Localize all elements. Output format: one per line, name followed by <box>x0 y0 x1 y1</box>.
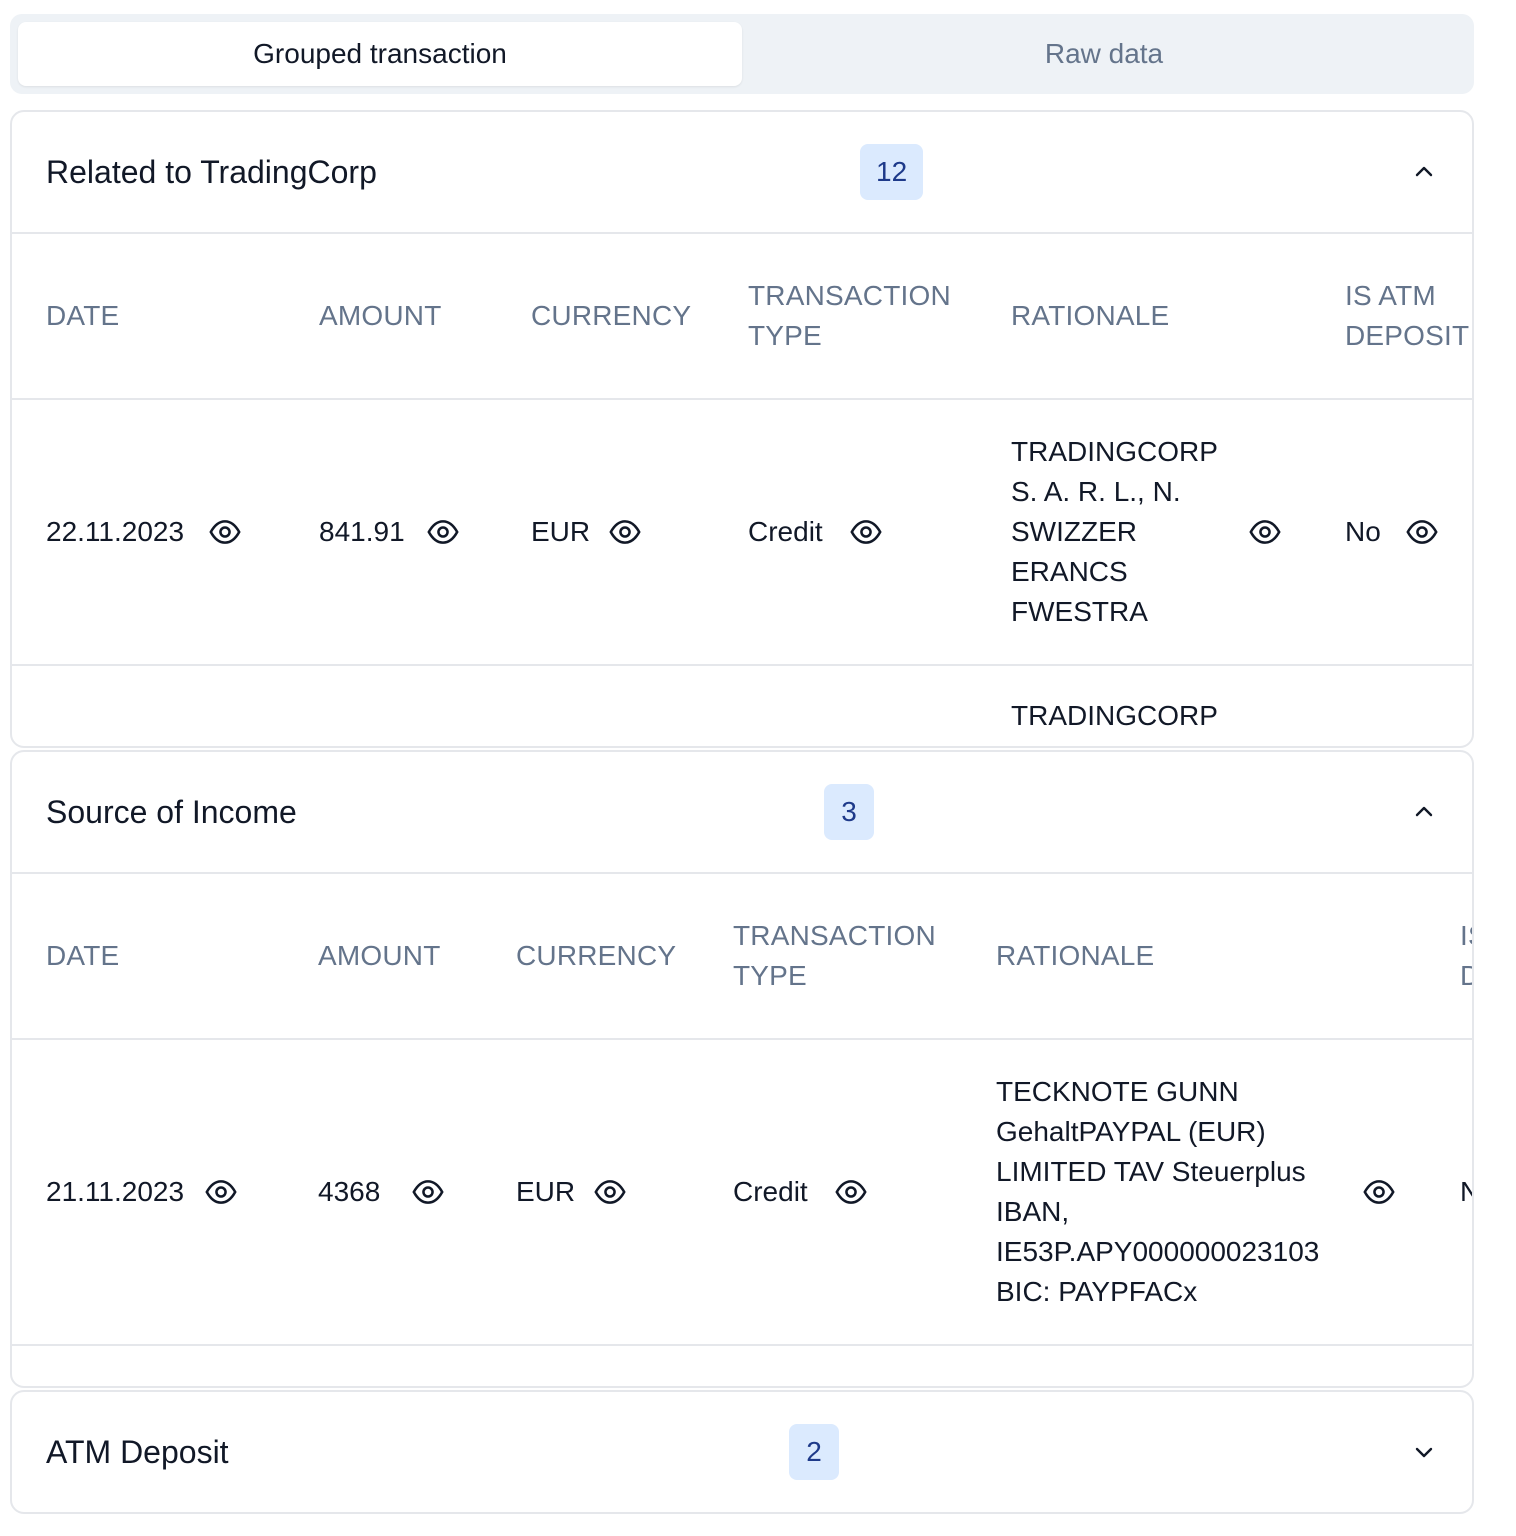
eye-icon[interactable] <box>593 1175 627 1209</box>
count-badge: 12 <box>860 144 924 200</box>
group-title: ATM Deposit <box>46 1433 229 1470</box>
cell-rationale: TECKNOTE GUNN GehaltPAYPAL (EUR) LIMITED… <box>996 1076 1320 1307</box>
eye-icon[interactable] <box>1362 1175 1396 1209</box>
transactions-table: DATE AMOUNT CURRENCY TRANSACTION TYPE RA… <box>12 874 1472 1386</box>
table-row: 21.11.2023 4368 EUR Credit TECKNOTE GUNN… <box>12 1040 1472 1346</box>
group-header[interactable]: Related to TradingCorp 12 <box>12 112 1472 234</box>
cell-rationale: TRADINGCORP S. A. R. L., N. SWIZZER ERAN… <box>1011 436 1218 627</box>
tab-raw-data[interactable]: Raw data <box>742 22 1466 86</box>
column-header-amount: AMOUNT <box>319 300 442 331</box>
group-panel-atm-deposit: ATM Deposit 2 <box>10 1390 1474 1514</box>
column-header-is-atm-deposit: IS ATM DEPOSIT <box>1460 920 1472 991</box>
column-header-is-atm-deposit: IS ATM DEPOSIT <box>1345 280 1470 351</box>
column-header-date: DATE <box>46 940 120 971</box>
group-title: Related to TradingCorp <box>46 153 377 190</box>
eye-icon[interactable] <box>608 515 642 549</box>
eye-icon[interactable] <box>1405 515 1439 549</box>
column-header-transaction-type: TRANSACTION TYPE <box>748 280 951 351</box>
cell-is-atm-deposit: No <box>1345 516 1381 547</box>
table-header-row: DATE AMOUNT CURRENCY TRANSACTION TYPE RA… <box>12 874 1472 1040</box>
cell-transaction-type: Credit <box>733 1176 808 1207</box>
cell-rationale: TRADINGCORP <box>1011 700 1218 731</box>
column-header-amount: AMOUNT <box>318 940 441 971</box>
column-header-currency: CURRENCY <box>516 940 677 971</box>
cell-currency: EUR <box>531 516 591 547</box>
cell-transaction-type: Credit <box>748 516 823 547</box>
transactions-table: DATE AMOUNT CURRENCY TRANSACTION TYPE RA… <box>12 234 1472 746</box>
tab-grouped-transaction[interactable]: Grouped transaction <box>18 22 742 86</box>
group-header[interactable]: Source of Income 3 <box>12 752 1472 874</box>
column-header-transaction-type: TRANSACTION TYPE <box>733 920 936 991</box>
eye-icon[interactable] <box>849 515 883 549</box>
eye-icon[interactable] <box>834 1175 868 1209</box>
cell-date: 22.11.2023 <box>46 516 185 547</box>
eye-icon[interactable] <box>426 515 460 549</box>
chevron-up-icon[interactable] <box>1406 154 1442 190</box>
cell-amount: 4368 <box>318 1176 381 1207</box>
group-header[interactable]: ATM Deposit 2 <box>12 1392 1472 1512</box>
cell-amount: 841.91 <box>319 516 405 547</box>
group-panel-source-of-income: Source of Income 3 DATE AMOUNT CURRENCY … <box>10 750 1474 1388</box>
group-title: Source of Income <box>46 793 297 830</box>
view-tabs: Grouped transaction Raw data <box>10 14 1474 94</box>
column-header-date: DATE <box>46 300 120 331</box>
eye-icon[interactable] <box>204 1175 238 1209</box>
count-badge: 3 <box>824 784 874 840</box>
chevron-down-icon[interactable] <box>1406 1434 1442 1470</box>
table-row: TRADINGCORP <box>12 666 1472 746</box>
count-badge: 2 <box>789 1424 839 1480</box>
table-row: 22.11.2023 841.91 EUR Credit TRADINGCORP… <box>12 400 1472 666</box>
column-header-rationale: RATIONALE <box>996 940 1155 971</box>
eye-icon[interactable] <box>411 1175 445 1209</box>
cell-date: 21.11.2023 <box>46 1176 185 1207</box>
eye-icon[interactable] <box>208 515 242 549</box>
column-header-currency: CURRENCY <box>531 300 692 331</box>
cell-is-atm-deposit: No <box>1460 1040 1472 1344</box>
cell-currency: EUR <box>516 1176 576 1207</box>
column-header-rationale: RATIONALE <box>1011 300 1170 331</box>
group-panel-tradingcorp: Related to TradingCorp 12 DATE AMOUNT CU… <box>10 110 1474 748</box>
chevron-up-icon[interactable] <box>1406 794 1442 830</box>
table-header-row: DATE AMOUNT CURRENCY TRANSACTION TYPE RA… <box>12 234 1472 400</box>
eye-icon[interactable] <box>1248 515 1282 549</box>
